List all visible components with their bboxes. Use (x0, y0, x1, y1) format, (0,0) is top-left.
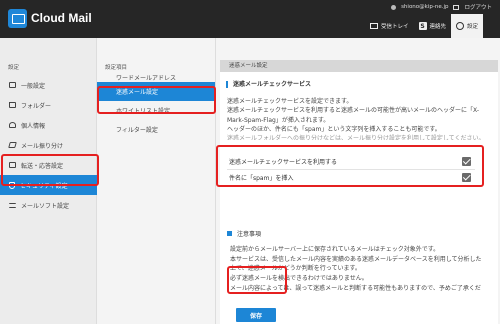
option-insert-spam-subject[interactable]: 件名に「spam」を挿入 (227, 170, 475, 186)
contacts-icon: S (418, 22, 427, 30)
user-row: shiono@kip-ne.jp ログアウト (391, 2, 492, 12)
subnav-item-spam[interactable]: 迷惑メール設定 (97, 82, 215, 101)
description-line: 迷惑メールチェックサービスを設定できます。 (227, 98, 353, 105)
notice-line: メール内容によっては、誤って迷惑メールと判断する可能性もありますので、予めご了承… (230, 284, 481, 292)
description-line: Mark-Spam-Flag」が挿入されます。 (227, 116, 330, 124)
forward-icon (9, 162, 16, 168)
gear-icon (456, 22, 465, 30)
sidebar-item-general[interactable]: 一般設定 (0, 75, 97, 95)
top-bar: Cloud Mail shiono@kip-ne.jp ログアウト 受信トレイ … (0, 0, 500, 38)
logout-link[interactable]: ログアウト (464, 3, 492, 11)
sidebar-item-personal[interactable]: 個人情報 (0, 115, 97, 135)
subheading: 迷惑メールチェックサービス (226, 81, 311, 88)
sidebar-item-label: セキュリティ設定 (20, 182, 68, 190)
description-line: ヘッダーのほか、件名にも「spam」という文字列を挿入することも可能です。 (227, 125, 441, 133)
user-icon (391, 4, 397, 10)
sidebar-item-mail-rules[interactable]: メール振り分け (0, 135, 97, 155)
options-list: 迷惑メールチェックサービスを利用する 件名に「spam」を挿入 (227, 154, 475, 186)
option-use-spam-check[interactable]: 迷惑メールチェックサービスを利用する (227, 154, 475, 170)
insert-spam-subject-checkbox[interactable] (462, 173, 471, 182)
header-settings-label: 設定 (467, 24, 479, 30)
header-contacts-button[interactable]: S 連絡先 (414, 14, 452, 38)
option-label: 迷惑メールチェックサービスを利用する (229, 159, 338, 166)
sidebar-item-label: 転送・応答設定 (21, 162, 64, 170)
mail-icon (370, 23, 378, 29)
notice-title-label: 注意事項 (237, 231, 262, 238)
sidebar-item-label: 一般設定 (21, 82, 46, 90)
content-panel: 迷惑メール設定 迷惑メールチェックサービス 迷惑メールチェックサービスを設定でき… (216, 38, 500, 324)
description: 迷惑メールチェックサービスを設定できます。 迷惑メールチェックサービスを利用する… (227, 97, 495, 140)
sidebar-item-label: メールソフト設定 (21, 202, 70, 210)
header-menu: 受信トレイ S 連絡先 設定 (365, 14, 484, 38)
header-settings-button[interactable]: 設定 (451, 14, 484, 38)
header-inbox-label: 受信トレイ (381, 24, 409, 30)
settings-sidebar: 設定 一般設定 フォルダー 個人情報 メール振り分け 転送・応答設定 セキュリテ… (0, 38, 97, 324)
description-line: 迷惑メールフォルダーへの振り分けなどは、メール振り分け設定を利用して設定してくだ… (227, 135, 485, 141)
sidebar-item-folders[interactable]: フォルダー (0, 95, 97, 115)
settings-subnav: 設定項目 ワードメールアドレス 迷惑メール設定 ホワイトリスト設定 フィルター設… (97, 38, 216, 324)
settings-nav: 一般設定 フォルダー 個人情報 メール振り分け 転送・応答設定 セキュリティ設定 (0, 75, 97, 215)
user-email: shiono@kip-ne.jp (401, 4, 449, 10)
notice-text: 設定前からメールサーバー上に保存されているメールはチェック対象外です。 本サービ… (230, 245, 495, 294)
subnav-heading: 設定項目 (105, 65, 128, 71)
sidebar-item-label: 個人情報 (21, 122, 46, 130)
header-inbox-button[interactable]: 受信トレイ (365, 14, 414, 38)
gear-icon (9, 82, 16, 88)
notice-line: 上で、迷惑メールかどうか判断を行っています。 (230, 265, 361, 273)
cloud-mail-logo-icon (8, 9, 27, 28)
sidebar-item-label: フォルダー (21, 102, 52, 110)
section-title: 迷惑メール設定 (220, 60, 498, 72)
notice-line: 必ず迷惑メールを検出できるわけではありません。 (230, 275, 368, 283)
settings-card: 迷惑メールチェックサービス 迷惑メールチェックサービスを設定できます。 迷惑メー… (220, 72, 498, 324)
subnav-list: ワードメールアドレス 迷惑メール設定 ホワイトリスト設定 フィルター設定 (97, 73, 215, 139)
save-button[interactable]: 保存 (236, 308, 276, 322)
subnav-item-filter[interactable]: フィルター設定 (97, 120, 215, 139)
person-icon (9, 122, 16, 128)
header-contacts-label: 連絡先 (429, 24, 447, 30)
sidebar-item-label: メール振り分け (21, 142, 64, 150)
option-label: 件名に「spam」を挿入 (229, 175, 294, 182)
description-line: 迷惑メールチェックサービスを利用すると迷惑メールの可能性が高いメールのヘッダーに… (227, 107, 479, 115)
tag-icon (8, 142, 17, 148)
folder-icon (9, 102, 16, 108)
sidebar-item-mail-client[interactable]: メールソフト設定 (0, 195, 97, 215)
main-area: 設定 一般設定 フォルダー 個人情報 メール振り分け 転送・応答設定 セキュリテ… (0, 38, 500, 324)
subnav-item-whitelist[interactable]: ホワイトリスト設定 (97, 101, 215, 120)
notice-title: 注意事項 (227, 229, 261, 238)
notice-line: 本サービスは、受信したメール内容を実績のある迷惑メールデータベースを利用して分析… (230, 255, 482, 263)
shield-icon (9, 181, 15, 189)
logout-icon[interactable] (453, 4, 460, 10)
sidebar-heading: 設定 (8, 65, 20, 71)
square-bullet-icon (227, 231, 232, 236)
subnav-item-partial[interactable]: ワードメールアドレス (97, 73, 215, 82)
sidebar-item-security[interactable]: セキュリティ設定 (0, 175, 97, 195)
app-title: Cloud Mail (31, 11, 92, 25)
list-icon (9, 202, 16, 208)
use-spam-check-checkbox[interactable] (462, 157, 471, 166)
sidebar-item-forwarding[interactable]: 転送・応答設定 (0, 155, 97, 175)
notice-line: 設定前からメールサーバー上に保存されているメールはチェック対象外です。 (230, 246, 440, 253)
